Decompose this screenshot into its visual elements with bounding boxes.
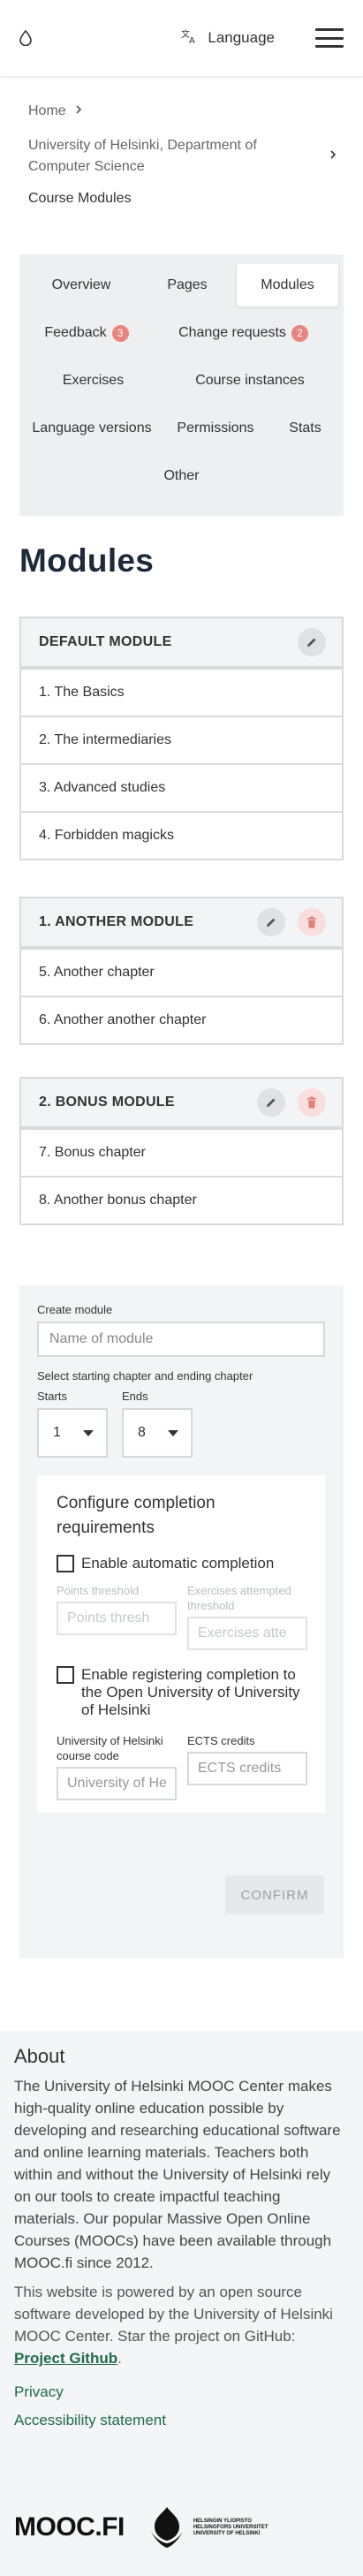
exercises-threshold-input[interactable]: Exercises atte	[187, 1617, 307, 1650]
module-title: 1. ANOTHER MODULE	[39, 914, 194, 929]
course-tabs: Overview Pages Modules Feedback 3 Change…	[19, 254, 344, 516]
university-of-helsinki-logo[interactable]: HELSINGIN YLIOPISTO HELSINGFORS UNIVERSI…	[147, 2505, 268, 2549]
tab-change-requests[interactable]: Change requests 2	[148, 312, 338, 354]
ects-input[interactable]: ECTS credits	[187, 1752, 307, 1785]
footer: About The University of Helsinki MOOC Ce…	[0, 2031, 363, 2576]
top-bar: 文A Language	[0, 0, 363, 76]
create-module-label: Create module	[37, 1303, 113, 1316]
svg-text:A: A	[189, 36, 195, 44]
tab-permissions[interactable]: Permissions	[159, 407, 272, 450]
open-university-label: Enable registering completion to the Ope…	[81, 1666, 300, 1718]
hy-name-en: UNIVERSITY OF HELSINKI	[193, 2530, 261, 2536]
chapter-row: 8. Another bonus chapter	[21, 1176, 342, 1224]
hamburger-menu-icon[interactable]	[315, 28, 344, 48]
ends-label: Ends	[122, 1390, 148, 1403]
module-title: 2. BONUS MODULE	[39, 1095, 175, 1110]
tab-stats[interactable]: Stats	[272, 407, 338, 450]
tab-modules[interactable]: Modules	[237, 264, 338, 307]
caret-down-icon	[83, 1429, 94, 1436]
exercises-threshold-label: Exercises attempted threshold	[187, 1584, 291, 1612]
pencil-icon	[307, 638, 316, 647]
module-name-input[interactable]: Name of module	[37, 1322, 325, 1357]
module-card: DEFAULT MODULE 1. The Basics 2. The inte…	[19, 617, 344, 860]
starts-select[interactable]: 1	[37, 1408, 108, 1458]
delete-module-button[interactable]	[298, 1088, 326, 1117]
tab-other[interactable]: Other	[25, 455, 338, 497]
privacy-link[interactable]: Privacy	[14, 2383, 349, 2401]
trash-icon	[307, 916, 316, 928]
chapter-row: 7. Bonus chapter	[21, 1128, 342, 1176]
breadcrumb-department[interactable]: University of Helsinki, Department of Co…	[28, 135, 311, 178]
hy-name-fi: HELSINGIN YLIOPISTO	[193, 2518, 252, 2524]
mooc-fi-logo[interactable]: MOOC.FI	[14, 2512, 125, 2542]
auto-completion-checkbox[interactable]	[57, 1555, 74, 1572]
translate-icon: 文A	[181, 28, 199, 49]
chapter-row: 2. The intermediaries	[21, 716, 342, 763]
breadcrumb-home[interactable]: Home	[28, 101, 66, 122]
ends-value: 8	[138, 1425, 146, 1440]
course-code-label: University of Helsinki course code	[57, 1734, 163, 1762]
pencil-icon	[267, 918, 276, 927]
auto-completion-label: Enable automatic completion	[81, 1555, 275, 1572]
chapter-range-label: Select starting chapter and ending chapt…	[37, 1369, 253, 1383]
edit-module-button[interactable]	[257, 908, 285, 936]
hy-name-sv: HELSINGFORS UNIVERSITET	[193, 2524, 268, 2530]
chapter-row: 6. Another another chapter	[21, 996, 342, 1043]
powered-by-text: This website is powered by an open sourc…	[14, 2284, 333, 2367]
module-card: 1. ANOTHER MODULE 5. Another chapter 6. …	[19, 897, 344, 1045]
open-university-checkbox-row[interactable]: Enable registering completion to the Ope…	[57, 1666, 306, 1719]
about-title: About	[14, 2045, 65, 2067]
module-title: DEFAULT MODULE	[39, 634, 172, 649]
completion-requirements-box: Configure completion requirements Enable…	[37, 1475, 325, 1813]
chapter-row: 3. Advanced studies	[21, 763, 342, 811]
points-threshold-input[interactable]: Points thresh	[57, 1602, 177, 1635]
github-link[interactable]: Project Github	[14, 2350, 117, 2367]
language-button[interactable]: 文A Language	[181, 28, 275, 49]
tab-course-instances[interactable]: Course instances	[162, 360, 338, 402]
caret-down-icon	[168, 1429, 178, 1436]
helsinki-flame-icon	[150, 2507, 183, 2548]
open-university-checkbox[interactable]	[57, 1666, 74, 1684]
chevron-right-icon	[329, 148, 337, 164]
accessibility-link[interactable]: Accessibility statement	[14, 2412, 349, 2429]
points-threshold-label: Points threshold	[57, 1584, 140, 1597]
trash-icon	[307, 1096, 316, 1109]
ects-label: ECTS credits	[187, 1734, 255, 1747]
module-card: 2. BONUS MODULE 7. Bonus chapter 8. Anot…	[19, 1077, 344, 1225]
tab-pages[interactable]: Pages	[138, 264, 237, 307]
breadcrumb-current: Course Modules	[28, 191, 132, 206]
tab-change-requests-label: Change requests	[178, 325, 286, 340]
tab-overview[interactable]: Overview	[25, 264, 138, 307]
page-title: Modules	[19, 542, 155, 579]
ends-select[interactable]: 8	[122, 1408, 193, 1458]
change-requests-count-badge: 2	[291, 324, 308, 342]
edit-module-button[interactable]	[298, 628, 326, 656]
course-code-input[interactable]: University of He	[57, 1767, 177, 1800]
confirm-button[interactable]: CONFIRM	[225, 1875, 324, 1914]
tab-feedback-label: Feedback	[44, 325, 107, 340]
chapter-row: 4. Forbidden magicks	[21, 811, 342, 859]
tab-feedback[interactable]: Feedback 3	[25, 312, 148, 354]
language-label: Language	[208, 29, 275, 46]
chapter-row: 5. Another chapter	[21, 948, 342, 996]
delete-module-button[interactable]	[298, 908, 326, 936]
requirements-title: Configure completion requirements	[57, 1494, 216, 1537]
pencil-icon	[267, 1098, 276, 1107]
auto-completion-checkbox-row[interactable]: Enable automatic completion	[57, 1555, 306, 1572]
droplet-icon[interactable]	[18, 29, 34, 47]
tab-exercises[interactable]: Exercises	[25, 360, 162, 402]
about-text: The University of Helsinki MOOC Center m…	[14, 2078, 341, 2271]
starts-label: Starts	[37, 1390, 67, 1403]
create-module-form: Create module Name of module Select star…	[19, 1285, 344, 1959]
chevron-right-icon	[75, 103, 82, 119]
edit-module-button[interactable]	[257, 1088, 285, 1117]
starts-value: 1	[53, 1425, 61, 1440]
tab-language-versions[interactable]: Language versions	[25, 407, 159, 450]
chapter-row: 1. The Basics	[21, 668, 342, 716]
feedback-count-badge: 3	[111, 324, 129, 342]
